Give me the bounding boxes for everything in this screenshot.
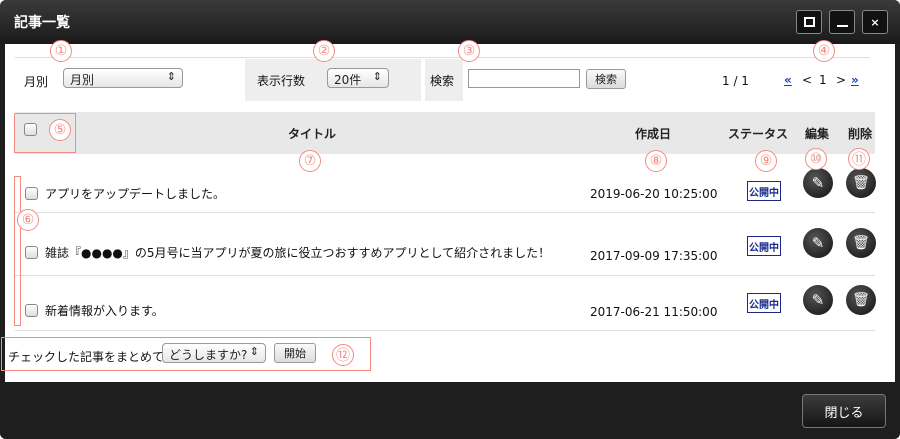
divider <box>15 212 875 213</box>
row-checkbox[interactable] <box>25 187 38 200</box>
chevron-updown-icon: ⇕ <box>166 70 176 83</box>
status-badge: 公開中 <box>747 293 781 313</box>
search-button[interactable]: 検索 <box>586 69 626 89</box>
header-delete: 削除 <box>848 127 873 141</box>
month-select[interactable]: 月別 ⇕ <box>63 68 183 88</box>
pencil-icon: ✎ <box>811 234 825 252</box>
close-button[interactable]: 閉じる <box>802 394 886 428</box>
window-title: 記事一覧 <box>14 15 70 31</box>
close-window-button[interactable]: × <box>862 10 888 34</box>
chevron-updown-icon: ⇕ <box>372 70 382 83</box>
status-badge: 公開中 <box>747 181 781 201</box>
edit-button[interactable]: ✎ <box>803 285 833 315</box>
callout-3: ③ <box>458 40 480 62</box>
search-label: 検索 <box>430 74 455 88</box>
header-title: タイトル <box>288 127 337 141</box>
article-list-window: 記事一覧 × 月別 月別 ⇕ 表示行数 20件 ⇕ 検索 検索 1 / 1 « <box>0 0 900 439</box>
trash-icon: 🗑 <box>852 235 870 251</box>
pencil-icon: ✎ <box>811 291 825 309</box>
rows-select[interactable]: 20件 ⇕ <box>327 68 389 88</box>
minimize-icon <box>836 25 848 27</box>
article-title[interactable]: 雑誌『●●●●』の5月号に当アプリが夏の旅に役立つおすすめアプリとして紹介されま… <box>45 244 550 261</box>
divider <box>15 57 870 58</box>
rows-label: 表示行数 <box>257 74 306 88</box>
page-info: 1 / 1 <box>722 74 749 88</box>
delete-button[interactable]: 🗑 <box>846 168 876 198</box>
next-page-link[interactable]: > <box>836 73 846 87</box>
article-title[interactable]: アプリをアップデートしました。 <box>45 185 225 202</box>
callout-1: ① <box>50 40 72 62</box>
pencil-icon: ✎ <box>811 174 825 192</box>
month-select-value: 月別 <box>70 73 95 87</box>
callout-10: ⑩ <box>805 148 827 170</box>
delete-button[interactable]: 🗑 <box>846 228 876 258</box>
current-page: 1 <box>819 73 827 87</box>
month-label: 月別 <box>24 75 49 89</box>
rows-select-value: 20件 <box>334 73 362 87</box>
status-badge: 公開中 <box>747 236 781 256</box>
callout-5: ⑤ <box>49 119 71 141</box>
callout-6: ⑥ <box>17 209 39 231</box>
maximize-icon <box>803 17 815 27</box>
article-date: 2017-09-09 17:35:00 <box>590 249 718 263</box>
callout-8: ⑧ <box>645 150 667 172</box>
edit-button[interactable]: ✎ <box>803 168 833 198</box>
divider <box>15 275 875 276</box>
maximize-button[interactable] <box>796 10 822 34</box>
trash-icon: 🗑 <box>852 175 870 191</box>
annotation-box <box>1 337 371 371</box>
callout-7: ⑦ <box>299 150 321 172</box>
header-status: ステータス <box>728 127 789 141</box>
row-checkbox[interactable] <box>25 246 38 259</box>
minimize-button[interactable] <box>829 10 855 34</box>
callout-11: ⑪ <box>848 148 870 170</box>
close-icon: × <box>870 15 880 29</box>
last-page-link[interactable]: » <box>851 73 859 87</box>
header-edit: 編集 <box>805 127 830 141</box>
row-checkbox[interactable] <box>25 304 38 317</box>
callout-9: ⑨ <box>755 150 777 172</box>
callout-12: ⑫ <box>332 344 354 366</box>
content-area: 月別 月別 ⇕ 表示行数 20件 ⇕ 検索 検索 1 / 1 « < 1 > »… <box>1 40 895 382</box>
divider <box>15 330 875 331</box>
article-date: 2017-06-21 11:50:00 <box>590 305 718 319</box>
header-date: 作成日 <box>635 127 672 141</box>
first-page-link[interactable]: « <box>784 73 792 87</box>
prev-page-link[interactable]: < <box>802 73 812 87</box>
callout-4: ④ <box>813 40 835 62</box>
article-date: 2019-06-20 10:25:00 <box>590 187 718 201</box>
delete-button[interactable]: 🗑 <box>846 285 876 315</box>
footer-bar: 閉じる <box>0 382 900 439</box>
annotation-box <box>14 176 21 326</box>
trash-icon: 🗑 <box>852 292 870 308</box>
article-title[interactable]: 新着情報が入ります。 <box>45 302 164 319</box>
search-input[interactable] <box>468 69 580 88</box>
edit-button[interactable]: ✎ <box>803 228 833 258</box>
callout-2: ② <box>313 40 335 62</box>
title-bar: 記事一覧 × <box>0 0 900 44</box>
